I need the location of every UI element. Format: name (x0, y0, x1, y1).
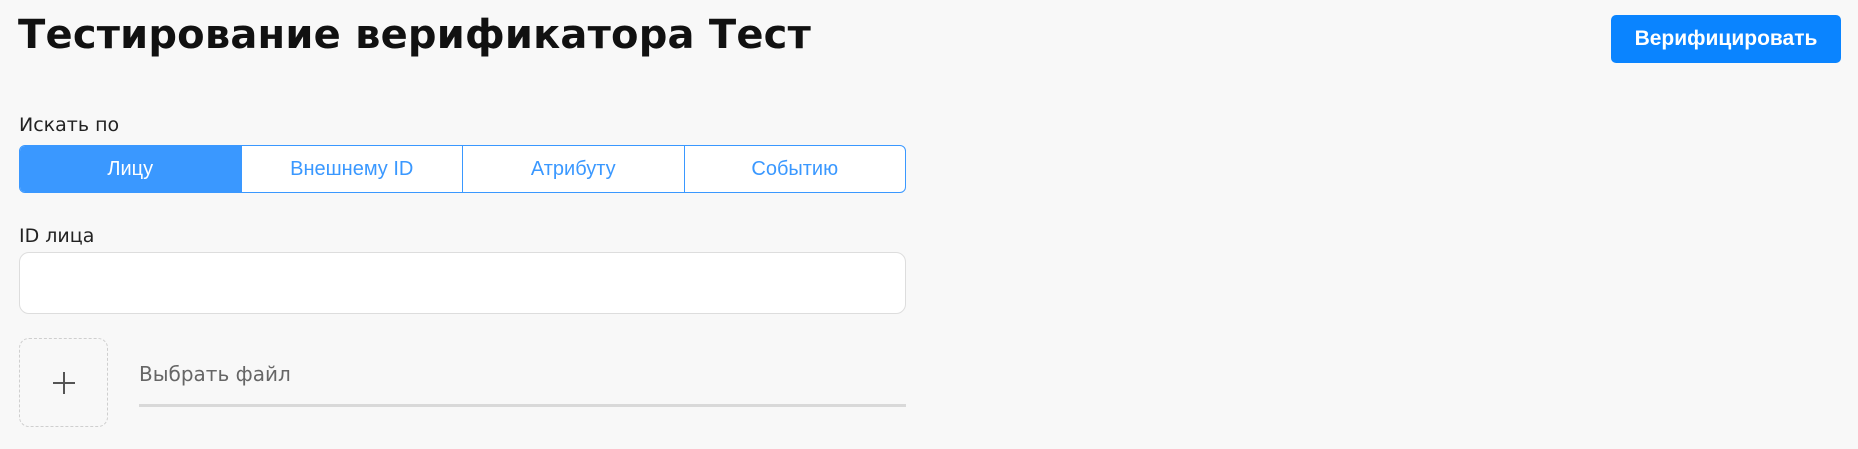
verify-button[interactable]: Верифицировать (1611, 15, 1841, 63)
page-title: Тестирование верификатора Тест (18, 12, 811, 58)
search-by-face-tab[interactable]: Лицу (20, 146, 241, 192)
face-id-input[interactable] (19, 252, 906, 314)
choose-file-label: Выбрать файл (139, 362, 291, 386)
face-id-label: ID лица (19, 225, 95, 247)
search-by-attribute-tab[interactable]: Атрибуту (462, 146, 684, 192)
add-file-button[interactable] (19, 338, 108, 427)
plus-icon (52, 371, 75, 394)
search-by-segmented-control: Лицу Внешнему ID Атрибуту Событию (19, 145, 906, 193)
search-by-external-id-tab[interactable]: Внешнему ID (240, 146, 463, 192)
search-by-label: Искать по (19, 114, 120, 136)
search-by-event-tab[interactable]: Событию (683, 146, 906, 192)
choose-file-field[interactable]: Выбрать файл (139, 345, 906, 407)
